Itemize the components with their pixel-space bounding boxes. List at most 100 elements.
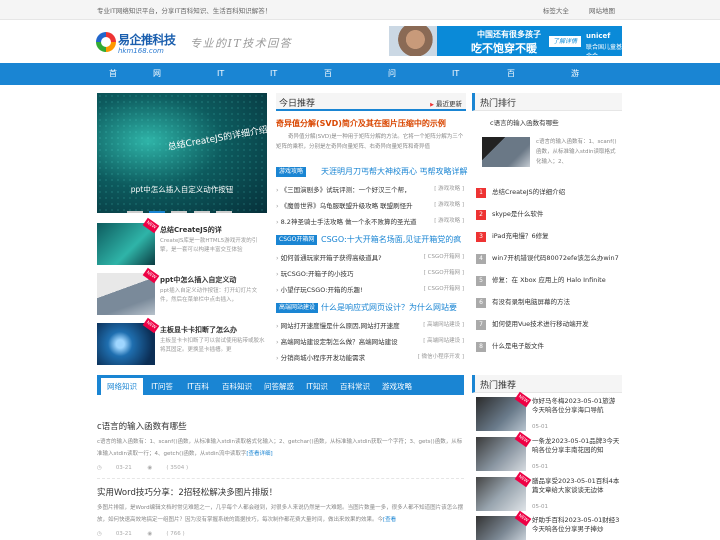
list-item[interactable]: › 小望仔玩CSGO:开箱的乐趣![ CSGO开箱网 ] [276,284,466,296]
slider-dot[interactable] [215,211,232,213]
list-item-text[interactable]: 网站打开速度慢是什么原因,网站打开速度 [281,322,400,330]
nav-it-knowledge[interactable]: IT知识 [452,63,460,122]
nav-game-guides[interactable]: 游戏攻略 [571,63,579,144]
rank-item[interactable]: 7 如何使用Vue技术进行移动端开发 [476,318,626,330]
feature-item[interactable]: NEW 总结CreateJS的详 CreateJS库是一款HTML5游戏开发的引… [97,217,267,265]
feature-title[interactable]: ppt中怎么插入自定义动 [160,275,236,285]
list-item-text[interactable]: 分销商城小程序开发功能需求 [281,354,366,362]
list-item[interactable]: › 玩CSGO:开箱子的小技巧[ CSGO开箱网 ] [276,268,466,280]
list-item-text[interactable]: 高端网站建设定制怎么做？高端网站建设 [281,338,398,346]
list-item[interactable]: › 《魔兽世界》乌龟服联盟升级攻略 联盟刷怪升[ 游戏攻略 ] [276,200,466,212]
section-label[interactable]: 高端网站建设 [276,303,319,313]
hot-recommend-item[interactable]: NEW 好助手百科2023-05-01财经3今天响各位分享男子捧炒 [476,510,622,540]
rank-text[interactable]: 什么是电子版文件 [492,342,544,350]
banner-detail-button[interactable]: 了解详情 [549,36,581,47]
list-item-text[interactable]: 如何普通玩家开箱子获得高级道具? [281,254,382,262]
tab-qa[interactable]: 问答解惑 [259,378,299,395]
section-label[interactable]: 游戏攻略 [276,167,307,177]
list-item[interactable]: › 8.2神圣骑士手法攻略 做一个永不败算的圣光道[ 游戏攻略 ] [276,216,466,228]
section-headline[interactable]: 游戏攻略 天涯明月刀丐帮大神校再心 丐帮攻略详解 [276,166,468,179]
rank-text[interactable]: skype是什么软件 [492,210,543,218]
rank-item[interactable]: 8 什么是电子版文件 [476,340,626,352]
site-logo[interactable]: 易企推科技 hkm168.com [96,30,182,58]
nav-it-encyclopedia[interactable]: IT百科 [217,63,225,122]
article-title[interactable]: 实用Word技巧分享：2招轻松解决多图片排版！ [97,486,277,498]
hot-recommend-item[interactable]: NEW 你好马冬梅2023-05-01旅游今天响各位分享海口导航 05-01 [476,391,622,433]
tab-encyclopedia[interactable]: 百科知识 [217,378,257,395]
slider-dot[interactable] [171,211,188,213]
tab-common-sense[interactable]: 百科常识 [335,378,375,395]
list-item[interactable]: › 如何普通玩家开箱子获得高级道具?[ CSGO开箱网 ] [276,252,466,264]
list-item-category[interactable]: [ 高端网站建设 ] [423,336,464,344]
section-headline-text[interactable]: CSGO:十大开箱名场面,见证开箱党的疯 [321,234,461,245]
section-headline-text[interactable]: 天涯明月刀丐帮大神校再心 丐帮攻略详解 [321,166,468,177]
latest-updates-link[interactable]: 最近更新 [430,98,462,108]
nav-it-qa[interactable]: IT问答 [270,63,278,122]
nav-qa[interactable]: 问答解惑 [388,63,396,144]
list-item-text[interactable]: 玩CSGO:开箱子的小技巧 [281,270,354,278]
hero-slider[interactable]: 总结CreateJS的详细介绍 ppt中怎么插入自定义动作按钮 [97,93,267,213]
rank-text[interactable]: 有没有录制电脑屏幕的方法 [492,298,570,306]
nav-common-sense[interactable]: 百科常识 [507,63,515,144]
news-title[interactable]: 你好马冬梅2023-05-01旅游今天响各位分享海口导航 [532,397,620,424]
list-item-category[interactable]: [ 游戏攻略 ] [434,184,464,192]
news-title[interactable]: 一条龙2023-05-01品牌3今天响各位分享丰南花园的知 [532,437,620,464]
list-item-category[interactable]: [ CSGO开箱网 ] [424,268,464,276]
slider-dot-active[interactable] [149,211,166,213]
list-item[interactable]: › 《三国演剧多》试玩评测：一个好汉三个帮，[ 游戏攻略 ] [276,184,466,196]
list-item-category[interactable]: [ 游戏攻略 ] [434,200,464,208]
ad-banner[interactable]: 中国还有很多孩子 吃不饱穿不暖 了解详情 unicef 联合国儿童基金会 [389,26,622,56]
list-item-category[interactable]: [ 微信小程序开发 ] [418,352,464,360]
hot-recommend-item[interactable]: NEW 膳品享受2023-05-01百科4本篇文章给大家谈谈无边体 05-01 [476,471,622,513]
list-item-text[interactable]: 《魔兽世界》乌龟服联盟升级攻略 联盟刷怪升 [281,202,413,210]
section-headline[interactable]: CSGO开箱网 CSGO:十大开箱名场面,见证开箱党的疯 [276,235,466,247]
list-item-category[interactable]: [ 游戏攻略 ] [434,216,464,224]
list-item-text[interactable]: 小望仔玩CSGO:开箱的乐趣! [281,286,363,294]
section-label[interactable]: CSGO开箱网 [276,235,318,245]
read-more-link[interactable]: [查看详细] [246,451,272,457]
feature-title[interactable]: 主板显卡卡扣断了怎么办 [160,325,237,335]
tab-it-knowledge[interactable]: IT知识 [301,378,333,395]
rank-item[interactable]: 1 总结CreateJS的详细介绍 [476,186,626,198]
tab-game-guides[interactable]: 游戏攻略 [377,378,417,395]
list-item-text[interactable]: 《三国演剧多》试玩评测：一个好汉三个帮， [281,186,411,194]
hero-caption[interactable]: ppt中怎么插入自定义动作按钮 [97,182,267,198]
rank-item[interactable]: 4 win7开机错误代码80072efe该怎么办win7 [476,252,626,264]
news-title[interactable]: 好助手百科2023-05-01财经3今天响各位分享男子捧炒 [532,516,620,540]
rank-text[interactable]: iPad充电慢？6修复 [492,232,549,240]
article-title[interactable]: c语言的输入函数有哪些 [97,420,187,432]
rank-item[interactable]: 3 iPad充电慢？6修复 [476,230,626,242]
lead-article-title[interactable]: 奇异值分解(SVD)简介及其在图片压缩中的示例 [276,118,466,129]
section-headline[interactable]: 高端网站建设 什么是响应式网页设计？为什么网站要 [276,303,466,315]
sitemap-link[interactable]: 网站地图 [589,7,615,15]
list-item[interactable]: › 高端网站建设定制怎么做？高端网站建设[ 高端网站建设 ] [276,336,466,348]
rank-text[interactable]: 总结CreateJS的详细介绍 [492,188,565,196]
feature-item[interactable]: NEW 主板显卡卡扣断了怎么办 主板显卡卡扣断了可以尝试使用粘带或胶水将其固定。… [97,317,267,365]
hot-rank-first-title[interactable]: c语言的输入函数有哪些 [490,117,559,127]
rank-text[interactable]: 如何使用Vue技术进行移动端开发 [492,320,589,328]
read-more-link[interactable]: [查看 [383,517,396,523]
rank-item[interactable]: 6 有没有录制电脑屏幕的方法 [476,296,626,308]
nav-encyclopedia[interactable]: 百科知识 [324,63,332,144]
hot-recommend-item[interactable]: NEW 一条龙2023-05-01品牌3今天响各位分享丰南花园的知 05-01 [476,431,622,473]
list-item-category[interactable]: [ CSGO开箱网 ] [424,284,464,292]
tab-it-qa[interactable]: IT问答 [145,378,179,395]
tag-list-link[interactable]: 标签大全 [543,7,569,15]
rank-item[interactable]: 5 修复：在 Xbox 应用上的 Halo Infinite [476,274,626,286]
feature-item[interactable]: NEW ppt中怎么插入自定义动 ppt插入自定义动作按钮：打开幻灯片文件，然后… [97,267,267,315]
rank-item[interactable]: 2 skype是什么软件 [476,208,626,220]
rank-text[interactable]: 修复：在 Xbox 应用上的 Halo Infinite [492,276,606,284]
nav-network-knowledge[interactable]: 网络知识 [153,63,161,144]
list-item-category[interactable]: [ 高端网站建设 ] [423,320,464,328]
list-item-category[interactable]: [ CSGO开箱网 ] [424,252,464,260]
news-title[interactable]: 膳品享受2023-05-01百科4本篇文章给大家谈谈无边体 [532,477,620,504]
list-item-text[interactable]: 8.2神圣骑士手法攻略 做一个永不败算的圣光道 [281,218,417,226]
slider-dot[interactable] [127,211,143,213]
slider-dot[interactable] [193,211,210,213]
list-item[interactable]: › 分销商城小程序开发功能需求[ 微信小程序开发 ] [276,352,466,364]
list-item[interactable]: › 网站打开速度慢是什么原因,网站打开速度[ 高端网站建设 ] [276,320,466,332]
section-headline-text[interactable]: 什么是响应式网页设计？为什么网站要 [321,302,457,313]
tab-network-knowledge[interactable]: 网络知识 [101,378,143,395]
nav-home[interactable]: 首页 [109,63,117,100]
tab-it-encyclopedia[interactable]: IT百科 [181,378,215,395]
